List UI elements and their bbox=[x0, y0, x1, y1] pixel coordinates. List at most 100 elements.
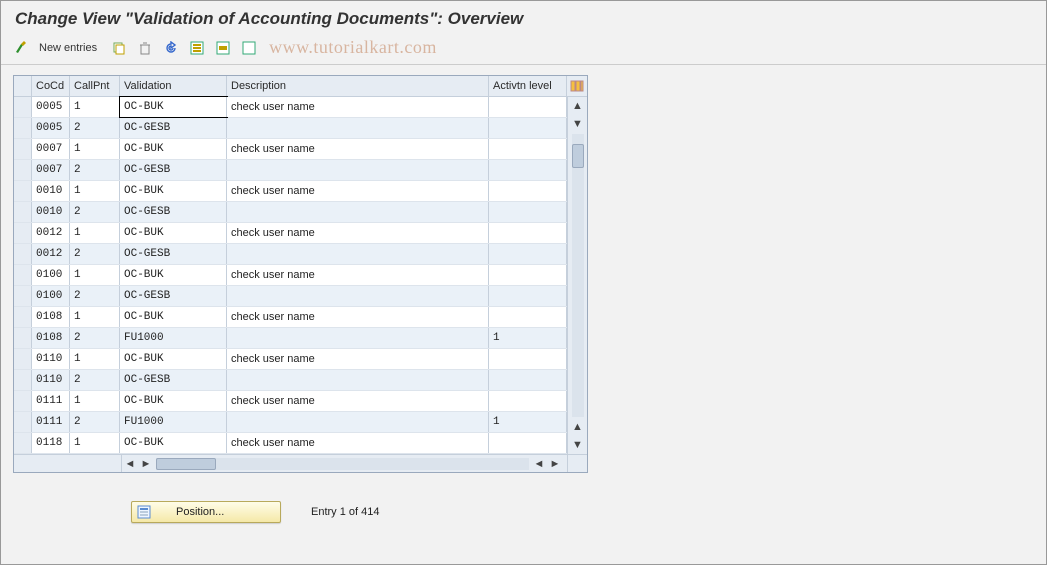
cell-validation[interactable]: FU1000 bbox=[120, 328, 227, 348]
cell-cocd[interactable]: 0012 bbox=[32, 244, 70, 264]
cell-cocd[interactable]: 0007 bbox=[32, 139, 70, 159]
cell-callpnt[interactable]: 2 bbox=[70, 370, 120, 390]
row-selector[interactable] bbox=[14, 160, 32, 180]
vertical-scrollbar[interactable]: ▲ ▼ ▲ ▼ bbox=[567, 97, 587, 454]
scroll-up-step-icon[interactable]: ▲ bbox=[569, 418, 587, 436]
cell-actlvl[interactable] bbox=[489, 160, 567, 180]
table-row[interactable]: 01181OC-BUKcheck user name bbox=[14, 433, 587, 454]
cell-actlvl[interactable] bbox=[489, 118, 567, 138]
cell-callpnt[interactable]: 2 bbox=[70, 118, 120, 138]
cell-cocd[interactable]: 0010 bbox=[32, 202, 70, 222]
row-selector[interactable] bbox=[14, 244, 32, 264]
cell-description[interactable] bbox=[227, 202, 489, 222]
cell-description[interactable] bbox=[227, 118, 489, 138]
cell-cocd[interactable]: 0118 bbox=[32, 433, 70, 453]
cell-description[interactable] bbox=[227, 244, 489, 264]
header-cocd[interactable]: CoCd bbox=[32, 76, 70, 96]
cell-cocd[interactable]: 0012 bbox=[32, 223, 70, 243]
cell-validation[interactable]: OC-GESB bbox=[120, 160, 227, 180]
cell-validation[interactable]: OC-BUK bbox=[120, 139, 227, 159]
cell-description[interactable]: check user name bbox=[227, 307, 489, 327]
cell-validation[interactable]: OC-GESB bbox=[120, 370, 227, 390]
scroll-right-icon[interactable]: ► bbox=[547, 456, 563, 472]
cell-description[interactable]: check user name bbox=[227, 433, 489, 453]
table-row[interactable]: 01102OC-GESB bbox=[14, 370, 587, 391]
row-selector[interactable] bbox=[14, 202, 32, 222]
row-selector[interactable] bbox=[14, 181, 32, 201]
cell-validation[interactable]: OC-GESB bbox=[120, 244, 227, 264]
cell-actlvl[interactable] bbox=[489, 307, 567, 327]
row-selector[interactable] bbox=[14, 370, 32, 390]
configure-columns-icon[interactable] bbox=[567, 76, 587, 96]
header-validation[interactable]: Validation bbox=[120, 76, 227, 96]
cell-callpnt[interactable]: 2 bbox=[70, 412, 120, 432]
row-selector[interactable] bbox=[14, 139, 32, 159]
cell-callpnt[interactable]: 2 bbox=[70, 160, 120, 180]
row-selector[interactable] bbox=[14, 97, 32, 117]
cell-actlvl[interactable]: 1 bbox=[489, 328, 567, 348]
cell-actlvl[interactable] bbox=[489, 244, 567, 264]
cell-validation[interactable]: OC-GESB bbox=[120, 118, 227, 138]
cell-callpnt[interactable]: 1 bbox=[70, 265, 120, 285]
cell-actlvl[interactable] bbox=[489, 181, 567, 201]
cell-cocd[interactable]: 0007 bbox=[32, 160, 70, 180]
scroll-right-step-icon[interactable]: ► bbox=[138, 456, 154, 472]
new-entries-button[interactable]: New entries bbox=[37, 42, 103, 54]
header-description[interactable]: Description bbox=[227, 76, 489, 96]
cell-actlvl[interactable] bbox=[489, 97, 567, 117]
row-selector[interactable] bbox=[14, 118, 32, 138]
table-row[interactable]: 01111OC-BUKcheck user name bbox=[14, 391, 587, 412]
cell-callpnt[interactable]: 1 bbox=[70, 181, 120, 201]
header-actlvl[interactable]: Activtn level bbox=[489, 76, 567, 96]
horizontal-scrollbar[interactable]: ◄ ► ◄ ► bbox=[14, 454, 587, 472]
copy-icon[interactable] bbox=[109, 38, 129, 58]
cell-callpnt[interactable]: 1 bbox=[70, 139, 120, 159]
cell-cocd[interactable]: 0111 bbox=[32, 412, 70, 432]
table-row[interactable]: 00052OC-GESB bbox=[14, 118, 587, 139]
table-row[interactable]: 00072OC-GESB bbox=[14, 160, 587, 181]
cell-callpnt[interactable]: 1 bbox=[70, 349, 120, 369]
cell-cocd[interactable]: 0010 bbox=[32, 181, 70, 201]
scroll-down-step-icon[interactable]: ▼ bbox=[569, 115, 587, 133]
scroll-up-icon[interactable]: ▲ bbox=[569, 97, 587, 115]
header-callpnt[interactable]: CallPnt bbox=[70, 76, 120, 96]
row-selector[interactable] bbox=[14, 349, 32, 369]
table-row[interactable]: 01112FU10001 bbox=[14, 412, 587, 433]
row-selector[interactable] bbox=[14, 307, 32, 327]
cell-description[interactable] bbox=[227, 286, 489, 306]
cell-callpnt[interactable]: 1 bbox=[70, 307, 120, 327]
table-row[interactable]: 00071OC-BUKcheck user name bbox=[14, 139, 587, 160]
deselect-all-icon[interactable] bbox=[239, 38, 259, 58]
cell-description[interactable]: check user name bbox=[227, 181, 489, 201]
table-row[interactable]: 00122OC-GESB bbox=[14, 244, 587, 265]
undo-icon[interactable] bbox=[161, 38, 181, 58]
cell-validation[interactable]: OC-GESB bbox=[120, 202, 227, 222]
cell-description[interactable] bbox=[227, 328, 489, 348]
cell-cocd[interactable]: 0100 bbox=[32, 265, 70, 285]
cell-actlvl[interactable]: 1 bbox=[489, 412, 567, 432]
hscroll-track[interactable] bbox=[156, 458, 529, 470]
cell-validation[interactable]: OC-BUK bbox=[120, 391, 227, 411]
cell-validation[interactable]: OC-BUK bbox=[120, 181, 227, 201]
cell-cocd[interactable]: 0005 bbox=[32, 118, 70, 138]
cell-cocd[interactable]: 0111 bbox=[32, 391, 70, 411]
cell-actlvl[interactable] bbox=[489, 370, 567, 390]
scrollbar-thumb[interactable] bbox=[572, 144, 584, 168]
cell-validation[interactable]: OC-BUK bbox=[120, 223, 227, 243]
cell-validation[interactable]: OC-BUK bbox=[120, 433, 227, 453]
table-row[interactable]: 01081OC-BUKcheck user name bbox=[14, 307, 587, 328]
hscroll-thumb[interactable] bbox=[156, 458, 216, 470]
cell-cocd[interactable]: 0110 bbox=[32, 370, 70, 390]
cell-description[interactable]: check user name bbox=[227, 223, 489, 243]
cell-description[interactable]: check user name bbox=[227, 97, 489, 117]
cell-callpnt[interactable]: 1 bbox=[70, 223, 120, 243]
row-selector[interactable] bbox=[14, 265, 32, 285]
cell-description[interactable]: check user name bbox=[227, 349, 489, 369]
delete-icon[interactable] bbox=[135, 38, 155, 58]
cell-description[interactable] bbox=[227, 412, 489, 432]
scroll-left-icon[interactable]: ◄ bbox=[122, 456, 138, 472]
select-all-icon[interactable] bbox=[187, 38, 207, 58]
table-row[interactable]: 01001OC-BUKcheck user name bbox=[14, 265, 587, 286]
row-selector[interactable] bbox=[14, 412, 32, 432]
cell-actlvl[interactable] bbox=[489, 223, 567, 243]
